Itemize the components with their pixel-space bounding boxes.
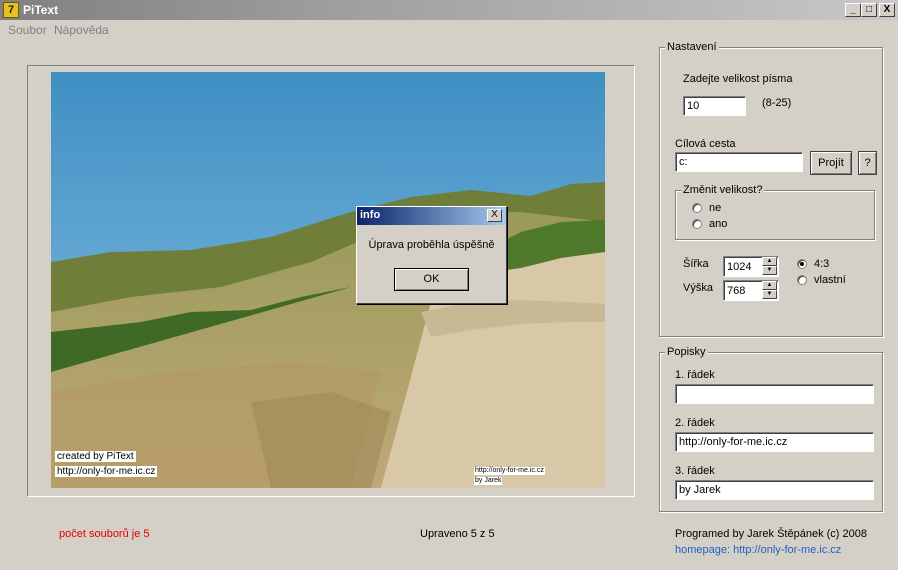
file-count: počet souborů je 5 — [59, 528, 150, 540]
dialog-title: info — [360, 209, 381, 221]
window-title: PiText — [23, 3, 59, 17]
height-spinner[interactable]: ▲ ▼ — [762, 281, 777, 300]
resize-no-label: ne — [709, 202, 722, 214]
caption-line2-label: 2. řádek — [675, 417, 715, 429]
maximize-button[interactable]: □ — [861, 3, 877, 17]
height-up-icon[interactable]: ▲ — [762, 281, 777, 290]
font-size-input[interactable]: 10 — [683, 96, 746, 116]
dialog-ok-button[interactable]: OK — [394, 268, 469, 291]
resize-yes-label: ano — [709, 218, 728, 230]
width-label: Šířka — [683, 258, 709, 270]
photo-mini-caption-line2: by Jarek — [474, 477, 503, 485]
help-button[interactable]: ? — [858, 151, 877, 175]
aspect-custom-radio[interactable] — [797, 275, 807, 285]
height-label: Výška — [683, 282, 713, 294]
height-down-icon[interactable]: ▼ — [762, 290, 777, 299]
info-dialog: info X Úprava proběhla úspěšně OK — [356, 206, 507, 304]
author-credit: Programed by Jarek Štěpánek (c) 2008 — [675, 528, 867, 540]
target-path-input[interactable]: c: — [675, 152, 803, 172]
resize-group-label: Změnit velikost? — [681, 184, 765, 196]
caption-line1-input[interactable] — [675, 384, 874, 404]
menu-soubor[interactable]: Soubor — [8, 23, 47, 37]
captions-group-label: Popisky — [665, 346, 708, 358]
width-down-icon[interactable]: ▼ — [762, 266, 777, 275]
caption-line3-input[interactable]: by Jarek — [675, 480, 874, 500]
font-size-label: Zadejte velikost písma — [683, 73, 793, 85]
close-button[interactable]: X — [879, 3, 895, 17]
app-icon: 7 — [3, 2, 19, 18]
width-spinner[interactable]: ▲ ▼ — [762, 257, 777, 276]
status-text: Upraveno 5 z 5 — [420, 528, 495, 540]
resize-yes-radio[interactable] — [692, 219, 702, 229]
caption-line3-label: 3. řádek — [675, 465, 715, 477]
title-bar[interactable] — [0, 0, 898, 20]
photo-caption-line1: created by PiText — [55, 451, 136, 462]
menu-napoveda[interactable]: Nápověda — [54, 23, 109, 37]
caption-line2-input[interactable]: http://only-for-me.ic.cz — [675, 432, 874, 452]
aspect-custom-label: vlastní — [814, 274, 846, 286]
photo-caption-line2: http://only-for-me.ic.cz — [55, 466, 158, 477]
dialog-close-button[interactable]: X — [487, 209, 502, 222]
resize-no-radio[interactable] — [692, 203, 702, 213]
settings-group-label: Nastavení — [665, 41, 719, 53]
photo-mini-caption-line1: http://only-for-me.ic.cz — [474, 467, 545, 475]
dialog-message: Úprava proběhla úspěšně — [368, 239, 495, 251]
preview-photo — [51, 72, 605, 488]
resize-group — [675, 190, 875, 240]
homepage-link[interactable]: homepage: http://only-for-me.ic.cz — [675, 544, 841, 556]
font-size-range: (8-25) — [762, 97, 792, 109]
aspect-4-3-label: 4:3 — [814, 258, 830, 270]
target-path-label: Cílová cesta — [675, 138, 736, 150]
minimize-button[interactable]: _ — [845, 3, 861, 17]
caption-line1-label: 1. řádek — [675, 369, 715, 381]
width-up-icon[interactable]: ▲ — [762, 257, 777, 266]
browse-button[interactable]: Projít — [810, 151, 852, 175]
aspect-4-3-radio[interactable] — [797, 259, 807, 269]
